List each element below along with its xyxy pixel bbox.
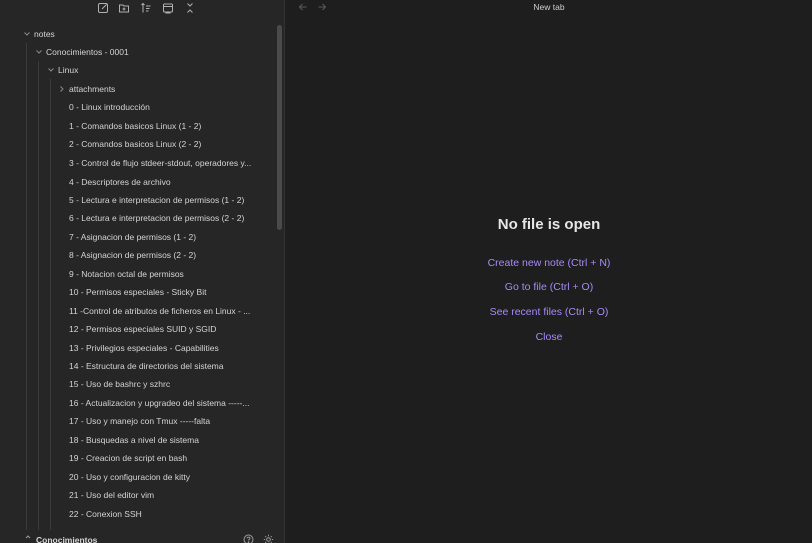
file-item[interactable]: 6 - Lectura e interpretacion de permisos… xyxy=(69,209,244,227)
folder-label: notes xyxy=(34,29,55,39)
help-icon[interactable] xyxy=(243,534,254,543)
explorer-scrollbar[interactable] xyxy=(277,25,282,230)
file-item[interactable]: 8 - Asignacion de permisos (2 - 2) xyxy=(69,246,196,264)
sort-icon[interactable] xyxy=(140,2,152,14)
file-item[interactable]: 7 - Asignacion de permisos (1 - 2) xyxy=(69,228,196,246)
file-item[interactable]: 21 - Uso del editor vim xyxy=(69,486,154,504)
file-label: 20 - Uso y configuracion de kitty xyxy=(69,472,190,482)
file-label: 21 - Uso del editor vim xyxy=(69,490,155,500)
file-label: 6 - Lectura e interpretacion de permisos… xyxy=(69,213,245,223)
close-link[interactable]: Close xyxy=(286,331,812,343)
tree-guide-line xyxy=(50,79,51,541)
file-label: 13 - Privilegios especiales - Capabiliti… xyxy=(69,343,219,353)
file-item[interactable]: 11 -Control de atributos de ficheros en … xyxy=(69,302,250,320)
see-recent-files-link[interactable]: See recent files (Ctrl + O) xyxy=(286,306,812,318)
file-item[interactable]: 9 - Notacion octal de permisos xyxy=(69,265,184,283)
collapse-all-icon[interactable] xyxy=(184,2,196,14)
folder-label: attachments xyxy=(69,84,116,94)
folder-label: Conocimientos - 0001 xyxy=(46,47,129,57)
file-label: 5 - Lectura e interpretacion de permisos… xyxy=(69,195,245,205)
file-label: 8 - Asignacion de permisos (2 - 2) xyxy=(69,250,197,260)
file-label: 4 - Descriptores de archivo xyxy=(69,177,171,187)
file-label: 12 - Permisos especiales SUID y SGID xyxy=(69,324,217,334)
file-item[interactable]: 17 - Uso y manejo con Tmux -----falta xyxy=(69,412,210,430)
tree-guide-line xyxy=(26,43,27,541)
go-to-file-link[interactable]: Go to file (Ctrl + O) xyxy=(286,281,812,293)
file-item[interactable]: 14 - Estructura de directorios del siste… xyxy=(69,357,223,375)
file-item[interactable]: 1 - Comandos basicos Linux (1 - 2) xyxy=(69,117,201,135)
file-item[interactable]: 20 - Uso y configuracion de kitty xyxy=(69,468,190,486)
file-item[interactable]: 0 - Linux introducción xyxy=(69,98,150,116)
empty-state-title: No file is open xyxy=(497,216,601,233)
file-label: 2 - Comandos basicos Linux (2 - 2) xyxy=(69,139,202,149)
file-item[interactable]: 13 - Privilegios especiales - Capabiliti… xyxy=(69,339,219,357)
gear-icon[interactable] xyxy=(263,534,274,543)
chevron-down-icon xyxy=(46,61,56,79)
tree-guide-line xyxy=(38,61,39,541)
file-label: 18 - Busquedas a nivel de sistema xyxy=(69,435,199,445)
file-label: 15 - Uso de bashrc y szhrc xyxy=(69,379,171,389)
file-item[interactable]: 5 - Lectura e interpretacion de permisos… xyxy=(69,191,244,209)
file-label: 16 - Actualizacion y upgradeo del sistem… xyxy=(69,398,250,408)
chevron-down-icon xyxy=(22,25,32,43)
chevron-down-icon xyxy=(34,43,44,61)
vault-name: Conocimientos xyxy=(36,535,98,543)
file-label: 0 - Linux introducción xyxy=(69,102,150,112)
file-label: 11 -Control de atributos de ficheros en … xyxy=(69,306,251,316)
file-item[interactable]: 15 - Uso de bashrc y szhrc xyxy=(69,375,170,393)
vault-switcher[interactable]: Conocimientos xyxy=(0,530,284,543)
file-label: 1 - Comandos basicos Linux (1 - 2) xyxy=(69,121,202,131)
new-note-icon[interactable] xyxy=(97,2,109,14)
collapse-view-icon[interactable] xyxy=(162,2,174,14)
file-label: 9 - Notacion octal de permisos xyxy=(69,269,184,279)
file-label: 19 - Creacion de script en bash xyxy=(69,453,188,463)
file-item[interactable]: 22 - Conexion SSH xyxy=(69,505,142,523)
create-new-note-link[interactable]: Create new note (Ctrl + N) xyxy=(286,257,812,269)
file-item[interactable]: 19 - Creacion de script en bash xyxy=(69,449,187,467)
new-folder-icon[interactable] xyxy=(118,2,130,14)
explorer-toolbar xyxy=(0,0,284,17)
file-label: 10 - Permisos especiales - Sticky Bit xyxy=(69,287,207,297)
file-label: 22 - Conexion SSH xyxy=(69,509,142,519)
file-item[interactable]: 18 - Busquedas a nivel de sistema xyxy=(69,431,199,449)
file-label: 3 - Control de flujo stdeer-stdout, oper… xyxy=(69,158,252,168)
chevron-up-down-icon xyxy=(25,535,31,539)
file-label: 7 - Asignacion de permisos (1 - 2) xyxy=(69,232,197,242)
file-item[interactable]: 10 - Permisos especiales - Sticky Bit xyxy=(69,283,206,301)
file-item[interactable]: 12 - Permisos especiales SUID y SGID xyxy=(69,320,216,338)
folder-label: Linux xyxy=(58,65,79,75)
file-explorer-sidebar: notes Conocimientos - 0001 Linux attachm… xyxy=(0,0,285,543)
file-item[interactable]: 3 - Control de flujo stdeer-stdout, oper… xyxy=(69,154,251,172)
file-item[interactable]: 16 - Actualizacion y upgradeo del sistem… xyxy=(69,394,249,412)
file-item[interactable]: 4 - Descriptores de archivo xyxy=(69,173,171,191)
file-label: 17 - Uso y manejo con Tmux -----falta xyxy=(69,416,211,426)
file-label: 14 - Estructura de directorios del siste… xyxy=(69,361,224,371)
chevron-right-icon xyxy=(57,80,67,98)
tab-title: New tab xyxy=(533,2,565,12)
file-item[interactable]: 2 - Comandos basicos Linux (2 - 2) xyxy=(69,135,201,153)
main-editor-pane: New tab No file is open Create new note … xyxy=(286,0,812,543)
